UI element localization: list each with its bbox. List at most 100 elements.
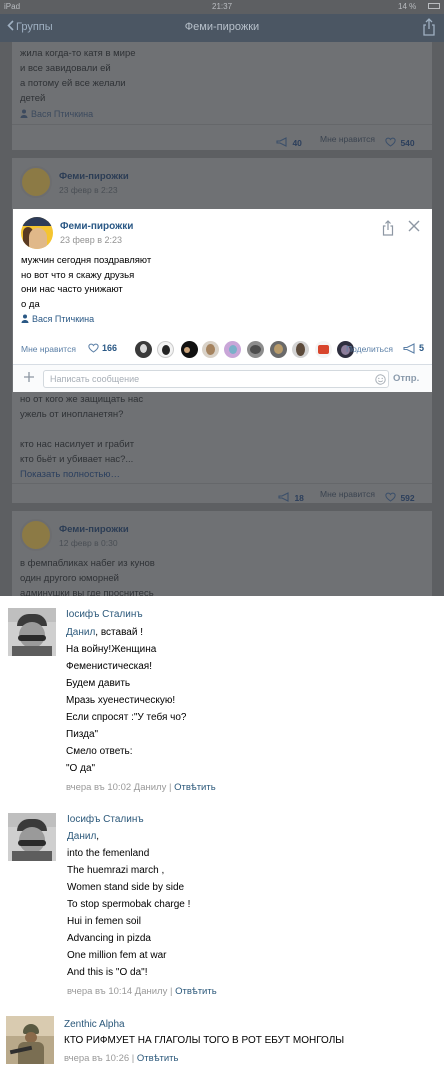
- post-date: 23 февр в 2:23: [60, 235, 123, 245]
- liker-avatar[interactable]: [247, 341, 264, 358]
- liker-avatar[interactable]: [224, 341, 241, 358]
- post-line: они нас часто унижают: [21, 284, 123, 295]
- mention-link[interactable]: Данил: [66, 627, 95, 638]
- comment-line: Данил, вставай !: [66, 626, 143, 640]
- group-name[interactable]: Феми-пирожки: [60, 221, 133, 232]
- liker-avatar[interactable]: [181, 341, 198, 358]
- comment-line: Данил,: [67, 830, 99, 844]
- share-count[interactable]: 5: [419, 343, 424, 353]
- megaphone-icon: [276, 137, 287, 147]
- comment-line: Феменистическая!: [66, 661, 152, 672]
- like-count[interactable]: 540: [385, 133, 415, 151]
- share-count[interactable]: 18: [278, 488, 304, 506]
- carrier-label: iPad: [4, 2, 21, 11]
- feed-post: жила когда-то катя в мире и все завидова…: [12, 42, 432, 150]
- post-author[interactable]: Вася Птичкина: [20, 109, 93, 119]
- post-line: но вот что я скажу друзья: [21, 269, 135, 281]
- megaphone-icon[interactable]: [403, 343, 416, 354]
- comment-line: На войну!Женщина: [66, 644, 157, 655]
- battery-icon: [428, 3, 440, 9]
- like-button[interactable]: Мне нравится: [21, 344, 76, 354]
- post-author-name: Вася Птичкина: [31, 109, 94, 119]
- comment-composer: Написать сообщение Отпр.: [13, 364, 432, 392]
- liker-avatar[interactable]: [270, 341, 287, 358]
- like-count[interactable]: 592: [385, 488, 415, 506]
- comment-line: And this is "O da"!: [67, 967, 148, 978]
- comment-time[interactable]: вчера въ 10:02 Данилу: [66, 782, 166, 793]
- mention-link[interactable]: Данил: [67, 831, 96, 842]
- liker-avatar[interactable]: [315, 341, 332, 358]
- post-line: [20, 422, 143, 437]
- comment-line: Women stand side by side: [67, 882, 185, 893]
- comment-author[interactable]: Іосифъ Сталинъ: [67, 814, 144, 825]
- liker-avatar[interactable]: [292, 341, 309, 358]
- share-count[interactable]: 40: [276, 133, 302, 151]
- nav-title: Феми-пирожки: [184, 21, 260, 33]
- share-button[interactable]: Поделиться: [346, 344, 393, 354]
- share-icon[interactable]: [422, 18, 436, 36]
- message-input[interactable]: Написать сообщение: [43, 370, 389, 388]
- comment-meta: вчера въ 10:26 | Отвѣтить: [64, 1053, 179, 1064]
- liker-avatar[interactable]: [202, 341, 219, 358]
- comment-time[interactable]: вчера въ 10:14 Данилу: [67, 986, 167, 997]
- like-label[interactable]: Мне нравится: [320, 134, 375, 144]
- liker-avatar[interactable]: [157, 341, 174, 358]
- comment-author[interactable]: Іосифъ Сталинъ: [66, 609, 143, 620]
- smile-icon[interactable]: [375, 374, 386, 385]
- post-line: жила когда-то катя в мире: [20, 48, 136, 59]
- reply-link[interactable]: Отвѣтить: [174, 782, 216, 793]
- feed-post: Феми-пирожки 12 февр в 0:30 в фемпаблика…: [12, 511, 432, 596]
- reply-link[interactable]: Отвѣтить: [175, 986, 217, 997]
- comment-line: Мразь хуенестическую!: [66, 695, 176, 706]
- post-line: но от кого же защищать нас: [20, 394, 144, 405]
- group-avatar[interactable]: [21, 217, 53, 249]
- comment-time[interactable]: вчера въ 10:26: [64, 1053, 129, 1064]
- commenter-avatar[interactable]: [6, 1016, 54, 1064]
- divider: [12, 483, 432, 484]
- commenter-avatar[interactable]: [8, 813, 56, 861]
- megaphone-icon: [278, 492, 289, 502]
- share-icon[interactable]: [381, 220, 395, 236]
- comment-line: Hui in femen soil: [67, 916, 141, 927]
- post-line: и все завидовали ей: [20, 63, 111, 74]
- person-icon: [20, 109, 28, 118]
- comment-author[interactable]: Zenthic Alpha: [64, 1019, 125, 1030]
- show-more-link[interactable]: Показать полностью…: [20, 467, 143, 482]
- post-date: 23 февр в 2:23: [59, 185, 118, 195]
- post-line: в фемпабликах набег из кунов: [20, 558, 155, 569]
- heart-icon: [385, 492, 396, 502]
- person-icon: [21, 314, 29, 323]
- liker-avatar[interactable]: [135, 341, 152, 358]
- comment: Zenthic Alpha КТО РИФМУЕТ НА ГЛАГОЛЫ ТОГ…: [0, 1010, 444, 1080]
- screenshot-composite: iPad 21:37 14 % Группы Феми-пирожки жила…: [0, 0, 444, 1080]
- group-avatar: [20, 519, 52, 551]
- commenter-avatar[interactable]: [8, 608, 56, 656]
- comment: Іосифъ Сталинъ Данил, вставай ! На войну…: [0, 600, 444, 800]
- comment-text: ,: [96, 831, 100, 842]
- reply-link[interactable]: Отвѣтить: [137, 1053, 179, 1064]
- heart-icon[interactable]: [88, 343, 99, 353]
- phone-screenshot: iPad 21:37 14 % Группы Феми-пирожки жила…: [0, 0, 444, 596]
- divider: [12, 124, 432, 125]
- comment-line: Будем давить: [66, 678, 131, 689]
- send-button[interactable]: Отпр.: [393, 373, 419, 384]
- heart-icon: [385, 137, 396, 147]
- comment-meta: вчера въ 10:14 Данилу | Отвѣтить: [67, 986, 217, 997]
- comment-line: into the femenland: [67, 848, 150, 859]
- post-author[interactable]: Вася Птичкина: [21, 314, 94, 324]
- group-name[interactable]: Феми-пирожки: [59, 171, 129, 182]
- like-count[interactable]: 166: [102, 343, 117, 353]
- post-line: один другого юморней: [20, 573, 119, 584]
- comment-line: To stop spermobak charge !: [67, 899, 191, 910]
- post-text: но от кого же защищать нас ужель от иноп…: [20, 392, 143, 482]
- like-label[interactable]: Мне нравится: [320, 489, 375, 499]
- group-avatar: [20, 166, 52, 198]
- post-text: в фемпабликах набег из кунов один другог…: [20, 556, 155, 596]
- post-text: мужчин сегодня поздравляют но вот что я …: [21, 254, 401, 312]
- close-icon[interactable]: [407, 219, 421, 233]
- plus-icon[interactable]: [23, 371, 35, 383]
- group-name[interactable]: Феми-пирожки: [59, 524, 129, 535]
- comment-line: The huemrazi march ,: [67, 865, 165, 876]
- comment-line: One million fem at war: [67, 950, 167, 961]
- comment-line: Advancing in pizda: [67, 933, 151, 944]
